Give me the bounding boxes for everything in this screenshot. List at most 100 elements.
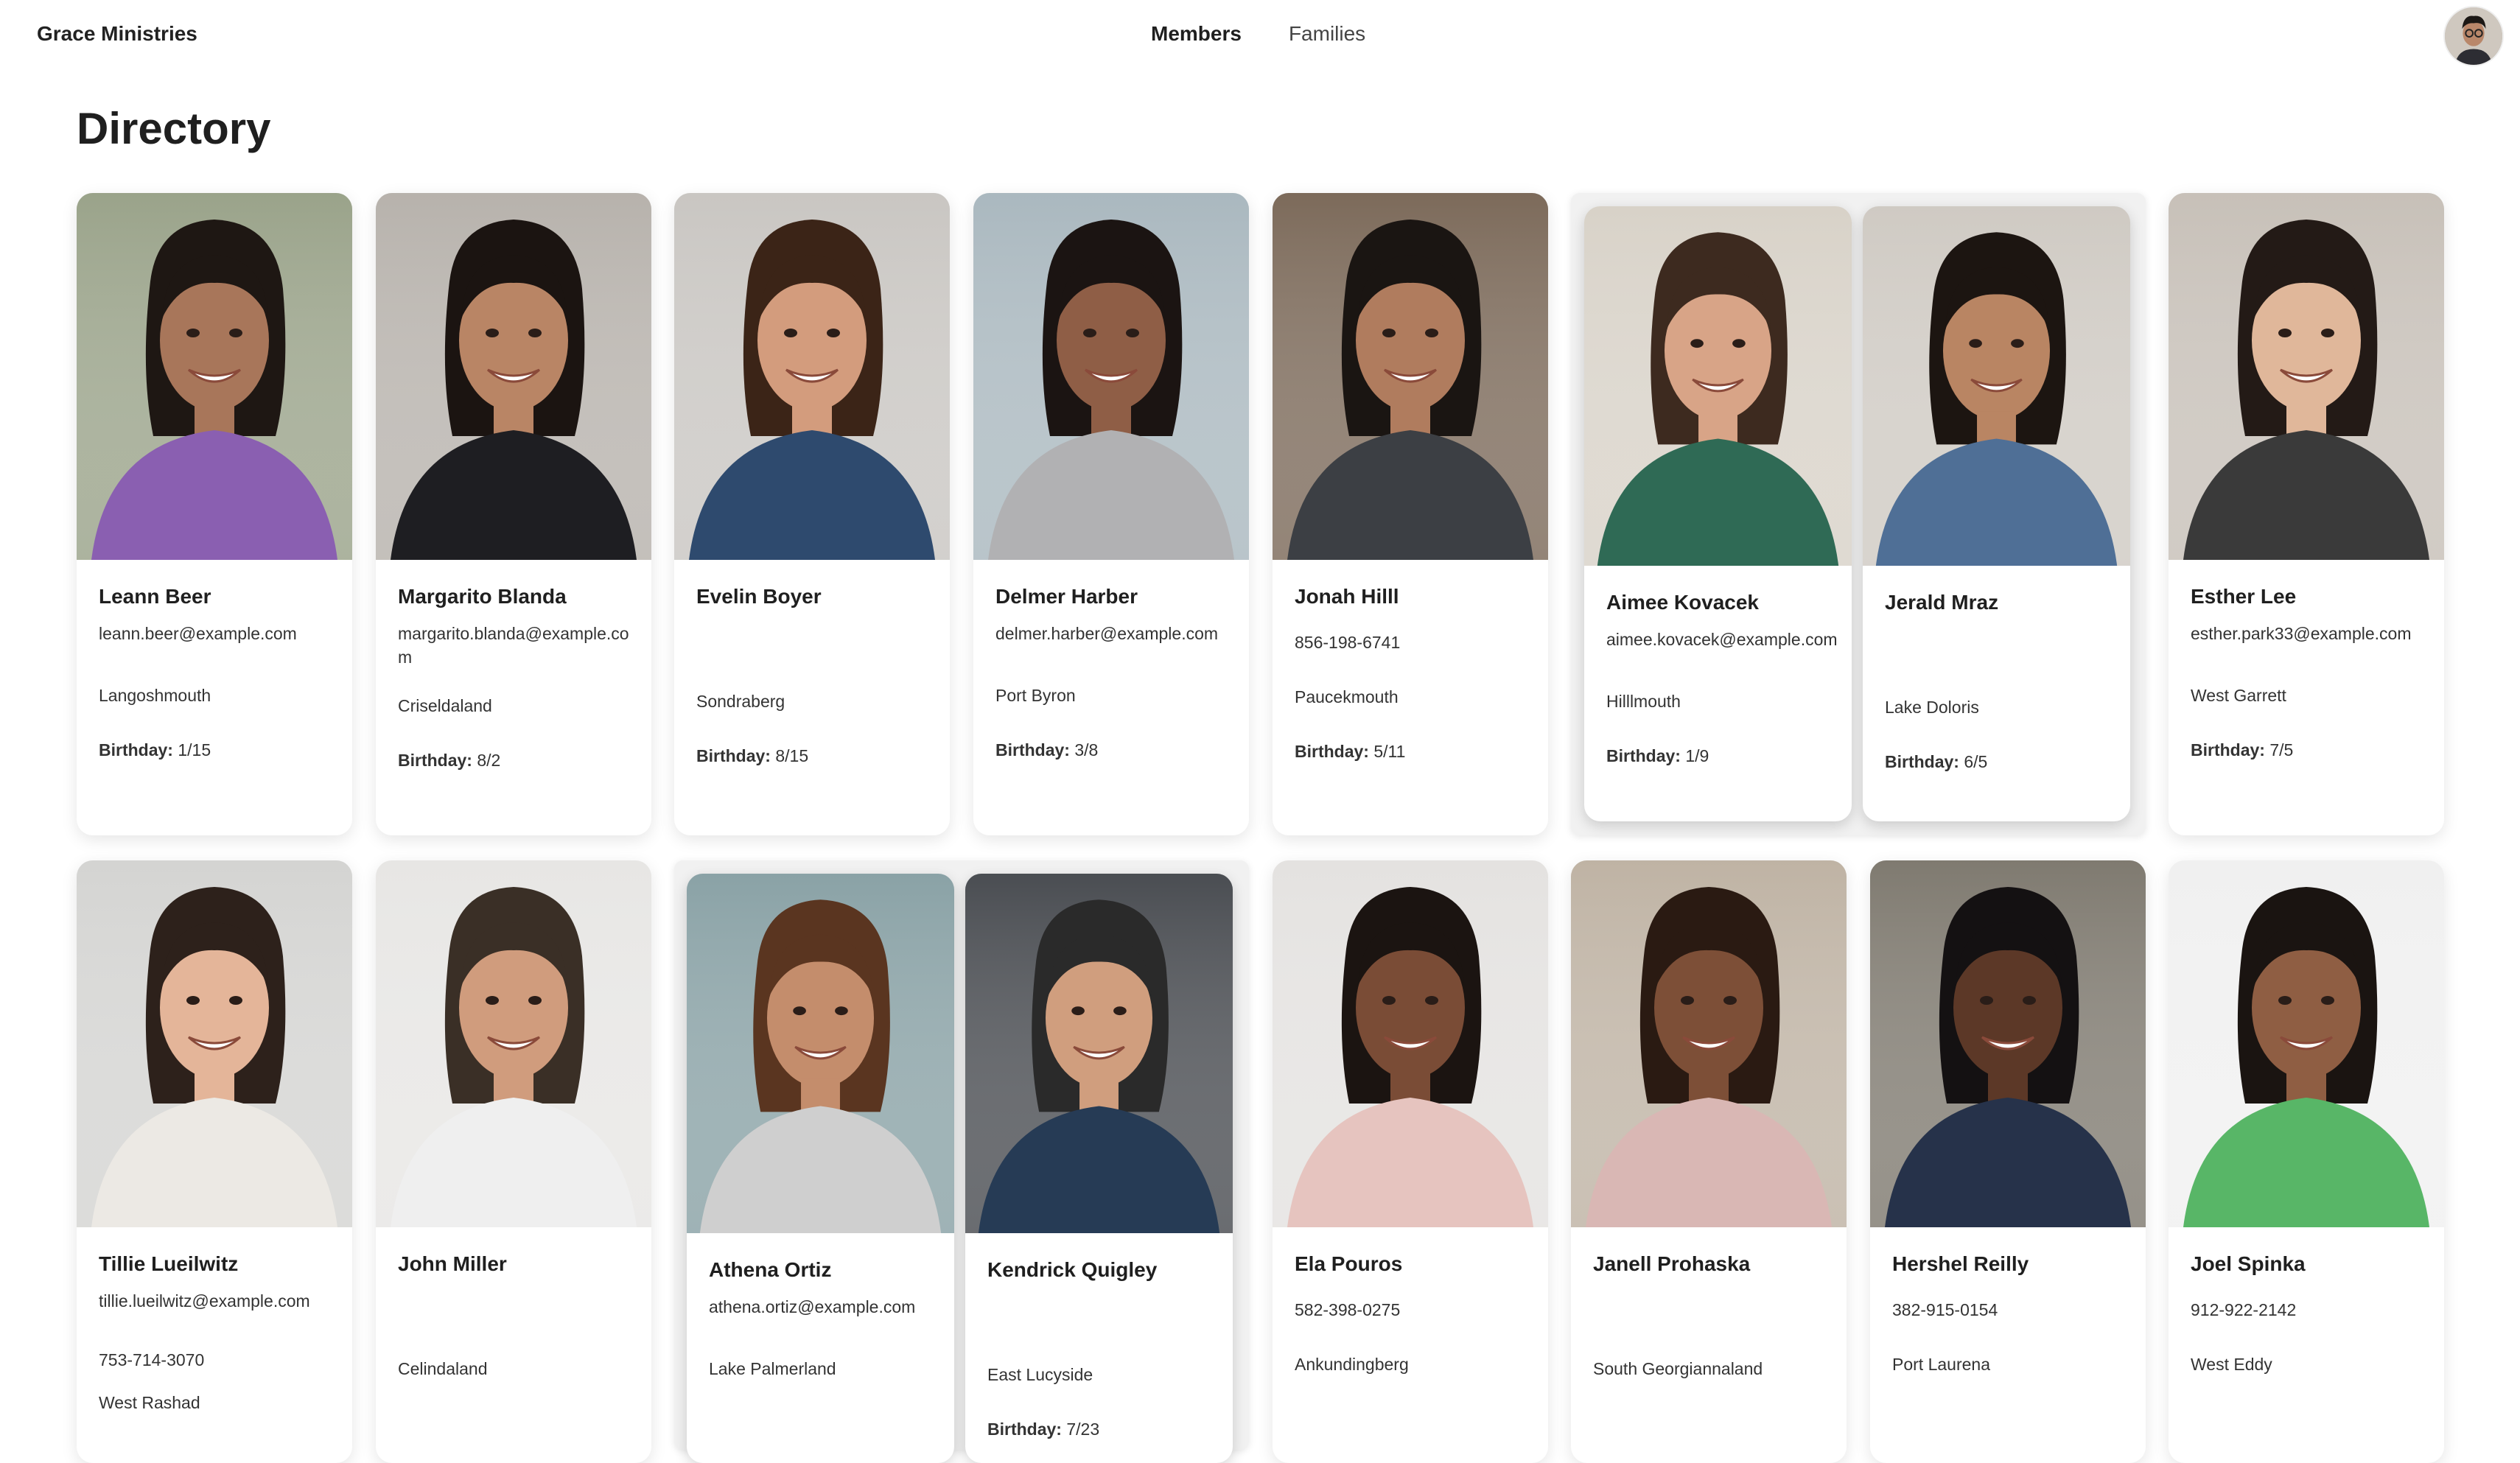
member-photo[interactable] (376, 860, 651, 1227)
member-info: Jonah Hilll 856-198-6741 Paucekmouth Birthd… (1273, 560, 1548, 835)
member-photo[interactable] (2169, 860, 2444, 1227)
member-name[interactable]: Hershel Reilly (1892, 1252, 2029, 1276)
member-email[interactable]: esther.park33@example.com (2191, 622, 2426, 645)
member-phone: 856-198-6741 (1295, 633, 1401, 652)
member-phone: 912-922-2142 (2191, 1300, 2297, 1319)
member-city: East Lucyside (987, 1365, 1093, 1384)
member-card[interactable]: Kendrick Quigley East Lucyside Birthday: 7… (965, 874, 1233, 1463)
member-info: Kendrick Quigley East Lucyside Birthday: 7… (965, 1233, 1233, 1463)
member-card[interactable]: Ela Pouros 582-398-0275 Ankundingberg (1273, 860, 1548, 1463)
member-name[interactable]: Jonah Hilll (1295, 585, 1399, 608)
member-city: West Eddy (2191, 1355, 2272, 1374)
member-info: Delmer Harber delmer.harber@example.com Po… (973, 560, 1249, 835)
member-photo[interactable] (1273, 860, 1548, 1227)
member-name[interactable]: John Miller (398, 1252, 507, 1276)
brand-name[interactable]: Grace Ministries (37, 22, 197, 46)
member-photo[interactable] (1584, 206, 1852, 566)
member-photo[interactable] (1571, 860, 1847, 1227)
member-info: Ela Pouros 582-398-0275 Ankundingberg (1273, 1227, 1548, 1463)
member-email[interactable]: athena.ortiz@example.com (709, 1295, 945, 1319)
member-city: Port Byron (995, 686, 1076, 705)
birthday-value: 7/5 (2269, 740, 2294, 759)
member-city: Lake Palmerland (709, 1359, 836, 1378)
member-name[interactable]: Ela Pouros (1295, 1252, 1402, 1276)
birthday-label: Birthday: (995, 740, 1070, 759)
member-card[interactable]: Evelin Boyer Sondraberg Birthday: 8/15 (674, 193, 950, 835)
member-email[interactable]: delmer.harber@example.com (995, 622, 1231, 645)
member-photo[interactable] (674, 193, 950, 560)
member-card[interactable]: Jerald Mraz Lake Doloris Birthday: 6/5 (1863, 206, 2130, 821)
member-photo[interactable] (2169, 193, 2444, 560)
birthday-label: Birthday: (696, 746, 771, 765)
main-nav: Members Families (1151, 22, 1365, 46)
member-card[interactable]: Jonah Hilll 856-198-6741 Paucekmouth Birthd… (1273, 193, 1548, 835)
member-photo[interactable] (1273, 193, 1548, 560)
member-card[interactable]: Margarito Blanda margarito.blanda@example… (376, 193, 651, 835)
member-city: West Rashad (99, 1393, 200, 1412)
birthday-value: 3/8 (1074, 740, 1099, 759)
member-card[interactable]: Janell Prohaska South Georgiannaland (1571, 860, 1847, 1463)
member-photo[interactable] (965, 874, 1233, 1233)
birthday-value: 8/2 (477, 751, 501, 770)
member-name[interactable]: Delmer Harber (995, 585, 1138, 608)
member-card[interactable]: Athena Ortiz athena.ortiz@example.com Lake… (687, 874, 954, 1463)
member-photo[interactable] (77, 193, 352, 560)
member-photo[interactable] (973, 193, 1249, 560)
member-card[interactable]: Tillie Lueilwitz tillie.lueilwitz@example… (77, 860, 352, 1463)
member-name[interactable]: Aimee Kovacek (1606, 591, 1759, 614)
user-avatar[interactable] (2443, 6, 2504, 66)
member-info: Janell Prohaska South Georgiannaland (1571, 1227, 1847, 1463)
member-info: Evelin Boyer Sondraberg Birthday: 8/15 (674, 560, 950, 835)
member-name[interactable]: Kendrick Quigley (987, 1258, 1157, 1282)
member-card[interactable]: Leann Beer leann.beer@example.com Langoshm… (77, 193, 352, 835)
member-card[interactable]: Hershel Reilly 382-915-0154 Port Laurena (1870, 860, 2146, 1463)
member-card[interactable]: Esther Lee esther.park33@example.com West … (2169, 193, 2444, 835)
birthday-value: 6/5 (1964, 752, 1988, 771)
member-info: Hershel Reilly 382-915-0154 Port Laurena (1870, 1227, 2146, 1463)
member-phone: 753-714-3070 (99, 1350, 205, 1369)
member-info: Jerald Mraz Lake Doloris Birthday: 6/5 (1863, 566, 2130, 821)
member-birthday: Birthday: 8/2 (398, 748, 634, 772)
member-card[interactable]: John Miller Celindaland (376, 860, 651, 1463)
member-photo[interactable] (1870, 860, 2146, 1227)
member-city: Ankundingberg (1295, 1355, 1409, 1374)
member-photo[interactable] (77, 860, 352, 1227)
birthday-label: Birthday: (1885, 752, 1959, 771)
member-city: Langoshmouth (99, 686, 211, 705)
nav-members[interactable]: Members (1151, 22, 1242, 46)
member-birthday: Birthday: 1/9 (1606, 744, 1842, 768)
member-name[interactable]: Athena Ortiz (709, 1258, 831, 1282)
member-name[interactable]: Leann Beer (99, 585, 211, 608)
member-phone: 382-915-0154 (1892, 1300, 1998, 1319)
member-email[interactable]: tillie.lueilwitz@example.com (99, 1289, 335, 1313)
member-photo[interactable] (376, 193, 651, 560)
member-info: Tillie Lueilwitz tillie.lueilwitz@example… (77, 1227, 352, 1463)
member-birthday: Birthday: 7/23 (987, 1417, 1223, 1441)
member-name[interactable]: Joel Spinka (2191, 1252, 2306, 1276)
member-name[interactable]: Margarito Blanda (398, 585, 567, 608)
member-name[interactable]: Jerald Mraz (1885, 591, 1998, 614)
member-photo[interactable] (687, 874, 954, 1233)
member-info: Margarito Blanda margarito.blanda@example… (376, 560, 651, 835)
member-city: Criseldaland (398, 696, 492, 715)
nav-families[interactable]: Families (1289, 22, 1365, 46)
member-phone: 582-398-0275 (1295, 1300, 1401, 1319)
member-info: Esther Lee esther.park33@example.com West … (2169, 560, 2444, 835)
birthday-label: Birthday: (2191, 740, 2265, 759)
member-card[interactable]: Aimee Kovacek aimee.kovacek@example.com Hi… (1584, 206, 1852, 821)
member-card[interactable]: Delmer Harber delmer.harber@example.com Po… (973, 193, 1249, 835)
member-name[interactable]: Tillie Lueilwitz (99, 1252, 238, 1276)
member-email[interactable]: aimee.kovacek@example.com (1606, 628, 1842, 651)
member-birthday: Birthday: 1/15 (99, 738, 335, 762)
member-photo[interactable] (1863, 206, 2130, 566)
member-email[interactable]: margarito.blanda@example.com (398, 622, 634, 669)
member-name[interactable]: Esther Lee (2191, 585, 2296, 608)
member-city: Sondraberg (696, 692, 785, 711)
member-name[interactable]: Janell Prohaska (1593, 1252, 1750, 1276)
page-title: Directory (77, 104, 271, 153)
member-name[interactable]: Evelin Boyer (696, 585, 822, 608)
member-card[interactable]: Joel Spinka 912-922-2142 West Eddy (2169, 860, 2444, 1463)
member-email[interactable]: leann.beer@example.com (99, 622, 335, 645)
member-city: South Georgiannaland (1593, 1359, 1763, 1378)
member-birthday: Birthday: 6/5 (1885, 750, 2121, 773)
